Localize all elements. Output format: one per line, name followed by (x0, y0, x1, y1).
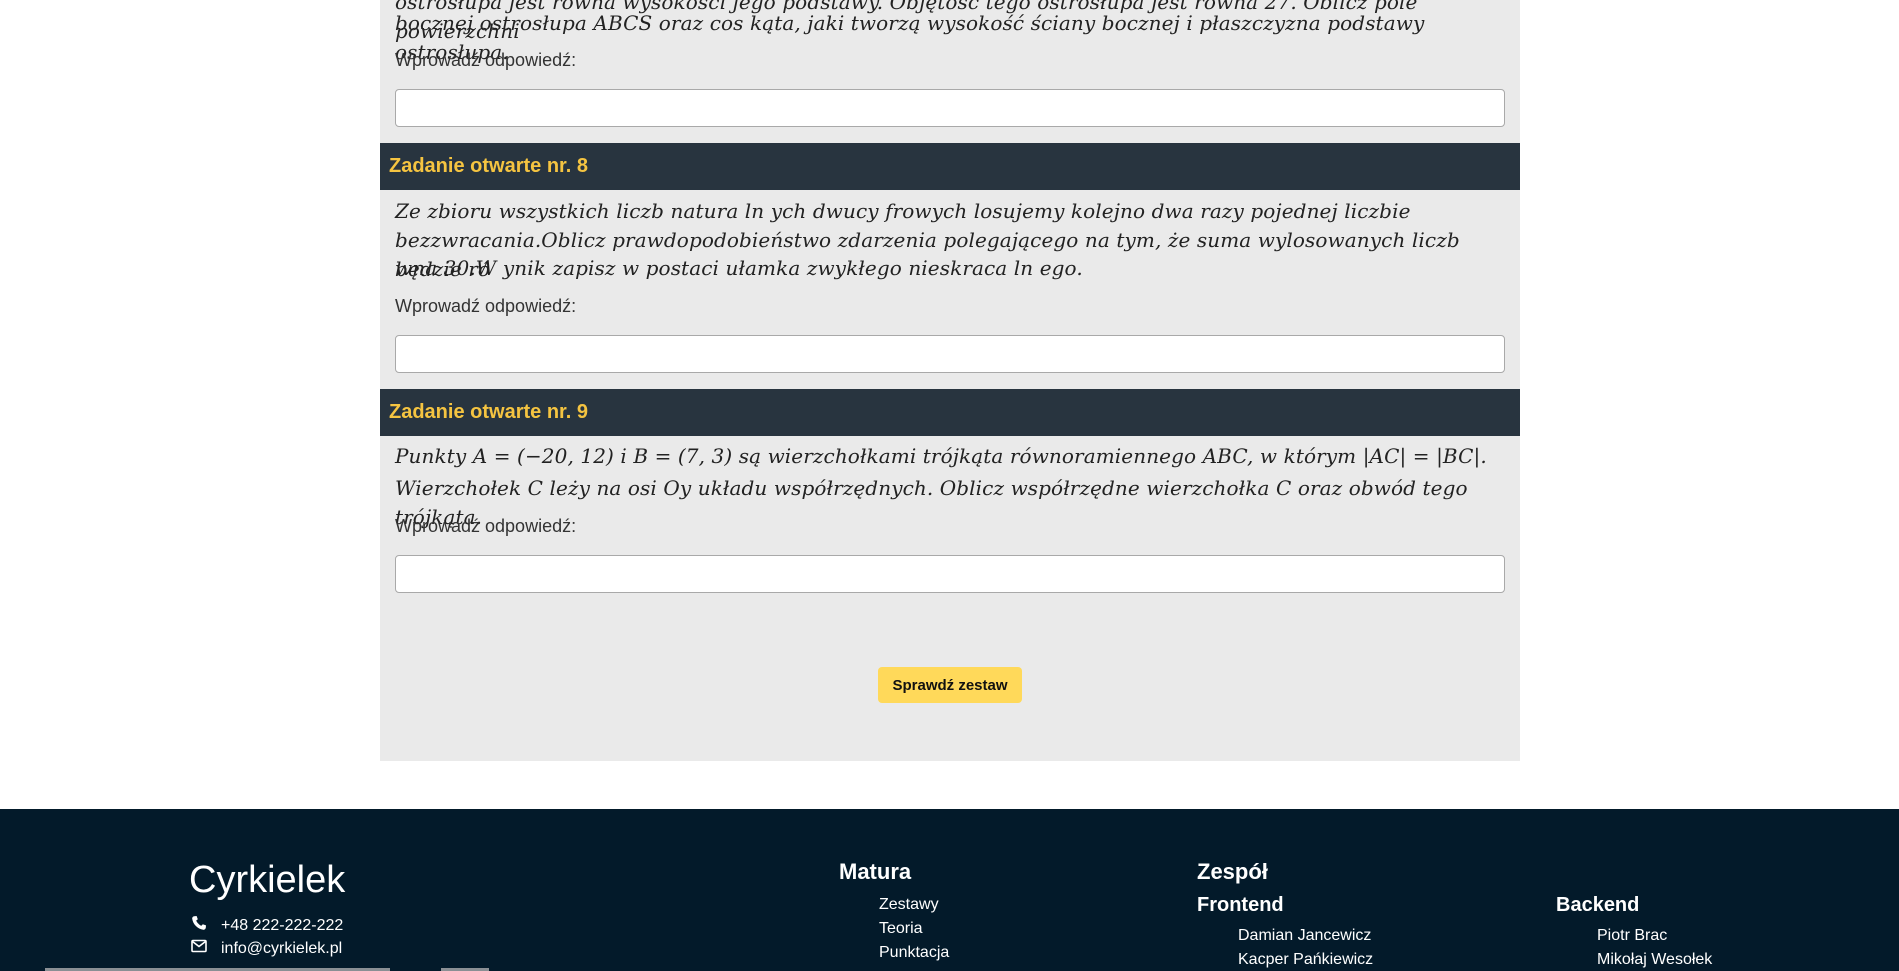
task9-question-line1: Punkty A = (−20, 12) i B = (7, 3) są wie… (395, 444, 1487, 468)
footer-matura-title: Matura (839, 859, 912, 884)
footer-frontend-member: Kacper Pańkiewicz (1238, 951, 1374, 968)
task8-header: Zadanie otwarte nr. 8 (380, 143, 1520, 190)
task7-answer-input[interactable] (395, 89, 1505, 127)
task8-header-title: Zadanie otwarte nr. 8 (389, 155, 588, 177)
check-set-button[interactable]: Sprawdź zestaw (878, 667, 1022, 703)
footer-backend-member: Mikołaj Wesołek (1597, 951, 1713, 968)
footer-link-punktacja[interactable]: Punktacja (879, 944, 949, 962)
task9-answer-input[interactable] (395, 555, 1505, 593)
footer-brand: Cyrkielek (189, 859, 346, 901)
footer-frontend-title: Frontend (1197, 894, 1284, 916)
task9-header: Zadanie otwarte nr. 9 (380, 389, 1520, 436)
footer-email-text[interactable]: info@cyrkielek.pl (221, 940, 342, 958)
task8-question-line1: Ze zbioru wszystkich liczb natura ln ych… (395, 199, 1411, 223)
task8-question-line3: wna 30.W ynik zapisz w postaci ułamka zw… (395, 256, 1083, 280)
quiz-panel: ostrosłupa jest równa wysokości jego pod… (380, 0, 1520, 761)
footer-email[interactable]: info@cyrkielek.pl (189, 939, 342, 958)
footer-link-teoria[interactable]: Teoria (879, 920, 923, 938)
footer-frontend-member: Damian Jancewicz (1238, 927, 1372, 944)
footer-link-zestawy[interactable]: Zestawy (879, 896, 939, 914)
footer-phone: +48 222-222-222 (189, 915, 343, 936)
task9-answer-label: Wprowadź odpowiedź: (395, 516, 577, 536)
site-footer: Cyrkielek +48 222-222-222 info@cyrkielek… (0, 809, 1899, 971)
task9-header-title: Zadanie otwarte nr. 9 (389, 401, 588, 423)
footer-phone-text: +48 222-222-222 (221, 916, 344, 934)
task8-answer-input[interactable] (395, 335, 1505, 373)
footer-backend-member: Piotr Brac (1597, 927, 1668, 944)
footer-backend-title: Backend (1556, 894, 1640, 916)
task8-answer-label: Wprowadź odpowiedź: (395, 296, 577, 316)
phone-icon (189, 915, 209, 936)
task7-answer-label: Wprowadź odpowiedź: (395, 50, 577, 70)
envelope-icon (189, 939, 209, 958)
footer-team-title: Zespół (1197, 859, 1268, 884)
